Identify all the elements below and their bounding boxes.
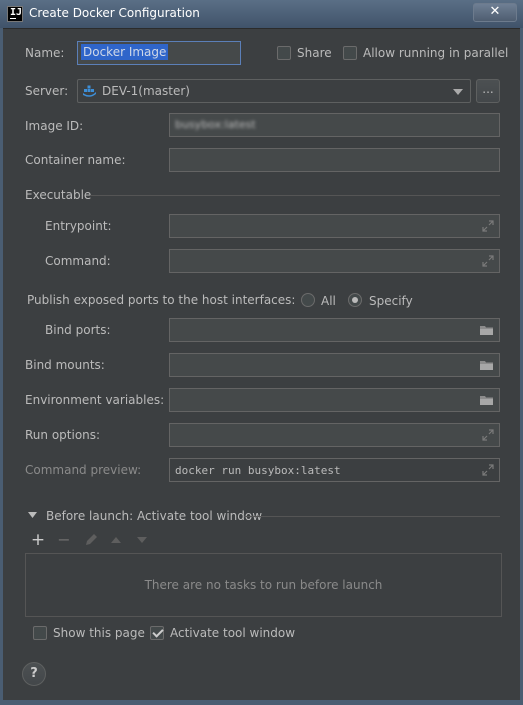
expand-icon[interactable] [482, 220, 494, 232]
title-bar: IJ Create Docker Configuration ✕ [0, 0, 523, 29]
name-field[interactable]: Docker Image [77, 41, 241, 65]
server-select[interactable]: DEV-1(master) [77, 79, 471, 103]
publish-ports-label: Publish exposed ports to the host interf… [27, 293, 296, 307]
bind-ports-field[interactable] [169, 318, 500, 342]
command-label: Command: [45, 254, 111, 268]
image-id-label: Image ID: [25, 119, 84, 133]
image-id-value: busybox:latest [175, 118, 256, 131]
share-label[interactable]: Share [297, 46, 332, 60]
folder-icon[interactable] [479, 359, 494, 371]
ports-all-radio[interactable] [301, 293, 315, 307]
executable-section-label: Executable [25, 188, 92, 202]
name-value: Docker Image [81, 44, 169, 60]
triangle-down-icon[interactable] [28, 512, 37, 519]
window-title: Create Docker Configuration [29, 6, 200, 20]
ports-specify-label[interactable]: Specify [369, 294, 413, 308]
bind-mounts-label: Bind mounts: [25, 358, 105, 372]
entrypoint-label: Entrypoint: [45, 219, 112, 233]
window-border-left [0, 28, 3, 705]
activate-tool-window-checkbox[interactable] [150, 626, 164, 640]
server-icon [83, 85, 96, 97]
server-value: DEV-1(master) [102, 84, 190, 98]
help-icon: ? [30, 666, 38, 681]
before-launch-divider [244, 516, 500, 517]
run-options-field[interactable] [169, 423, 500, 447]
close-button[interactable]: ✕ [473, 3, 517, 22]
expand-icon[interactable] [482, 255, 494, 267]
folder-icon[interactable] [479, 324, 494, 336]
chevron-down-icon [453, 89, 463, 95]
command-preview-value: docker run busybox:latest [175, 464, 341, 477]
before-launch-header[interactable]: Before launch: Activate tool window [46, 509, 262, 523]
show-page-label[interactable]: Show this page [53, 626, 145, 640]
edit-icon[interactable] [83, 532, 99, 548]
executable-divider [90, 195, 500, 196]
parallel-checkbox[interactable] [343, 46, 357, 60]
show-page-checkbox[interactable] [33, 626, 47, 640]
app-icon-text: IJ [10, 7, 23, 18]
app-icon: IJ [7, 6, 23, 22]
window-border-bottom [0, 700, 523, 705]
bind-mounts-field[interactable] [169, 353, 500, 377]
name-label: Name: [25, 46, 65, 60]
command-preview-field[interactable]: docker run busybox:latest [169, 458, 500, 482]
server-label: Server: [25, 84, 69, 98]
remove-icon[interactable]: − [56, 532, 72, 548]
move-up-icon[interactable] [108, 532, 124, 548]
server-browse-button[interactable]: ... [476, 79, 500, 103]
entrypoint-field[interactable] [169, 214, 500, 238]
activate-tool-window-label[interactable]: Activate tool window [170, 626, 295, 640]
parallel-label[interactable]: Allow running in parallel [363, 46, 508, 60]
empty-tasks-message: There are no tasks to run before launch [144, 578, 383, 592]
add-icon[interactable]: + [30, 532, 46, 549]
folder-icon[interactable] [479, 394, 494, 406]
close-icon: ✕ [489, 4, 501, 19]
bind-ports-label: Bind ports: [45, 323, 111, 337]
container-name-field[interactable] [169, 148, 500, 172]
image-id-field[interactable]: busybox:latest [169, 113, 500, 137]
command-preview-label: Command preview: [25, 463, 142, 477]
run-options-label: Run options: [25, 428, 101, 442]
move-down-icon[interactable] [134, 532, 150, 548]
container-name-label: Container name: [25, 153, 126, 167]
env-vars-field[interactable] [169, 388, 500, 412]
env-vars-label: Environment variables: [25, 393, 165, 407]
ports-specify-radio[interactable] [348, 293, 362, 307]
help-button[interactable]: ? [22, 662, 46, 686]
expand-icon[interactable] [482, 429, 494, 441]
expand-icon[interactable] [482, 464, 494, 476]
before-launch-task-list[interactable]: There are no tasks to run before launch [25, 553, 502, 617]
ports-all-label[interactable]: All [321, 294, 336, 308]
command-field[interactable] [169, 249, 500, 273]
share-checkbox[interactable] [277, 46, 291, 60]
